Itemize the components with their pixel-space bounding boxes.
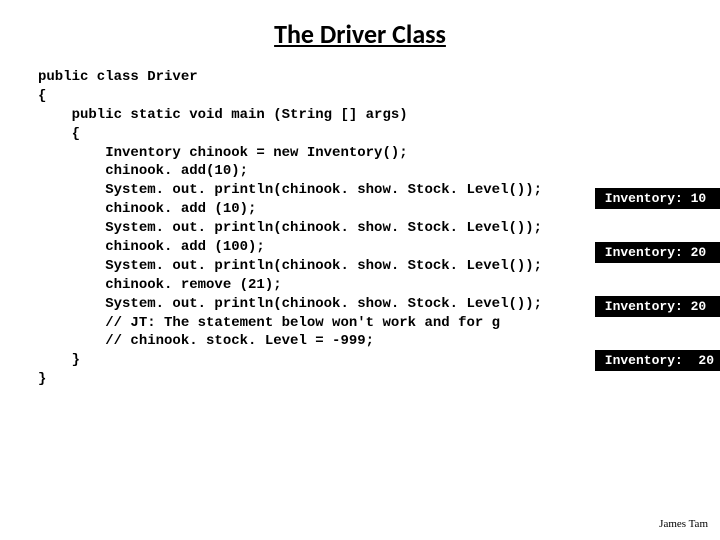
code-line: System. out. println(chinook. show. Stoc… [38,258,542,274]
console-outputs: Inventory: 10 Inventory: 20 Inventory: 2… [595,188,720,371]
code-line: chinook. add(10); [38,163,248,179]
code-line: chinook. remove (21); [38,277,282,293]
code-line: Inventory chinook = new Inventory(); [38,145,408,161]
author-footer: James Tam [659,518,708,530]
console-output-line: Inventory: 20 [595,242,720,263]
console-output-line: Inventory: 20 [595,296,720,317]
code-line: System. out. println(chinook. show. Stoc… [38,182,542,198]
code-line: chinook. add (10); [38,201,256,217]
code-line: { [38,126,80,142]
code-line: public static void main (String [] args) [38,107,408,123]
code-line: } [38,352,80,368]
code-line: // JT: The statement below won't work an… [38,315,500,331]
console-output-line: Inventory: 10 [595,188,720,209]
code-line: chinook. add (100); [38,239,265,255]
code-line: } [38,371,46,387]
code-line: // chinook. stock. Level = -999; [38,333,374,349]
code-line: public class Driver [38,69,198,85]
console-output-line: Inventory: 20 [595,350,720,371]
page-title: The Driver Class [0,0,720,68]
code-line: System. out. println(chinook. show. Stoc… [38,220,542,236]
code-line: { [38,88,46,104]
code-line: System. out. println(chinook. show. Stoc… [38,296,542,312]
